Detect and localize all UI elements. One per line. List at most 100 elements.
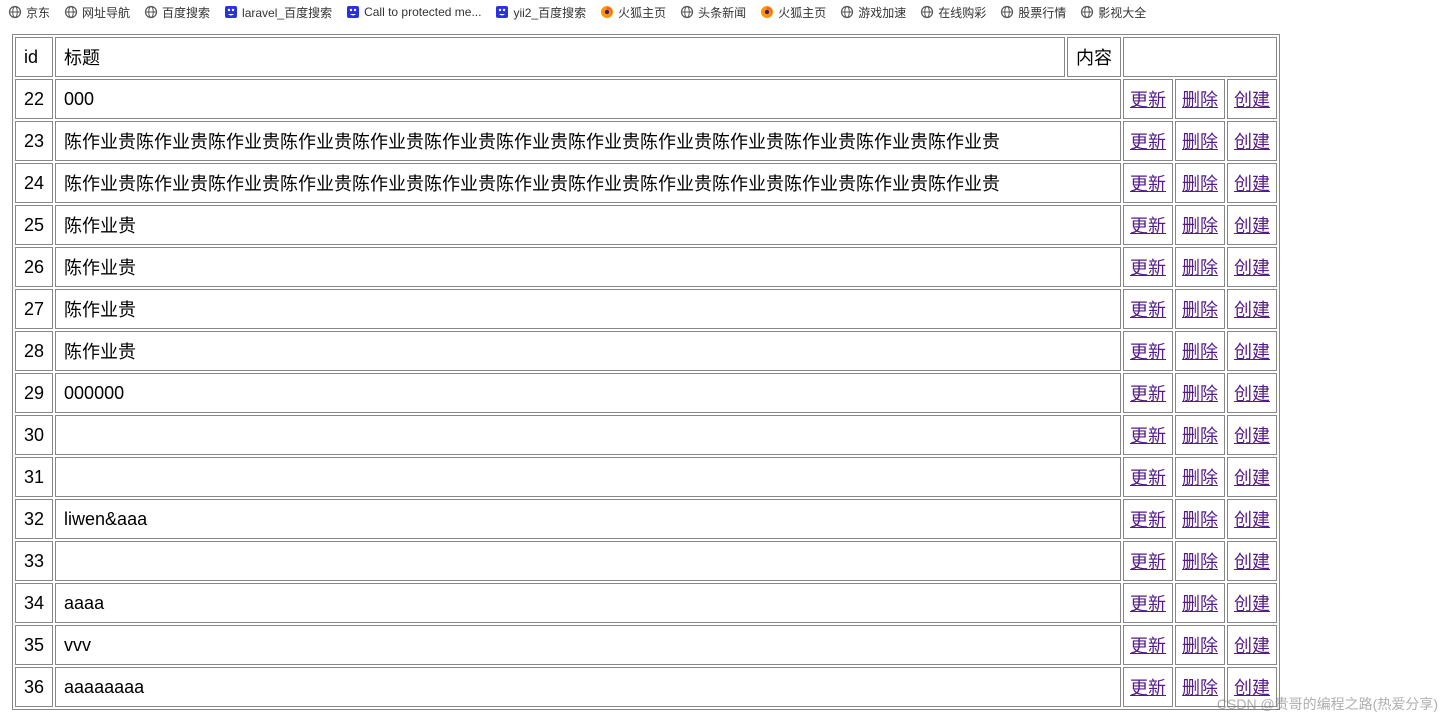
update-link[interactable]: 更新 (1130, 510, 1166, 530)
cell-action-update: 更新 (1123, 667, 1173, 707)
bookmark-item[interactable]: 在线购彩 (920, 4, 986, 21)
create-link[interactable]: 创建 (1234, 552, 1270, 572)
delete-link[interactable]: 删除 (1182, 90, 1218, 110)
delete-link[interactable]: 删除 (1182, 426, 1218, 446)
cell-title: vvv (55, 625, 1121, 665)
cell-action-delete: 删除 (1175, 247, 1225, 287)
bookmark-item[interactable]: 影视大全 (1080, 4, 1146, 21)
delete-link[interactable]: 删除 (1182, 636, 1218, 656)
update-link[interactable]: 更新 (1130, 678, 1166, 698)
delete-link[interactable]: 删除 (1182, 468, 1218, 488)
create-link[interactable]: 创建 (1234, 132, 1270, 152)
delete-link[interactable]: 删除 (1182, 258, 1218, 278)
bookmark-item[interactable]: 股票行情 (1000, 4, 1066, 21)
bookmark-item[interactable]: yii2_百度搜索 (495, 4, 586, 21)
cell-action-create: 创建 (1227, 541, 1277, 581)
table-row: 32liwen&aaa更新删除创建 (15, 499, 1277, 539)
delete-link[interactable]: 删除 (1182, 174, 1218, 194)
table-row: 34aaaa更新删除创建 (15, 583, 1277, 623)
cell-action-create: 创建 (1227, 457, 1277, 497)
globe-icon (840, 5, 854, 19)
bookmark-item[interactable]: 头条新闻 (680, 4, 746, 21)
update-link[interactable]: 更新 (1130, 90, 1166, 110)
cell-action-delete: 删除 (1175, 289, 1225, 329)
delete-link[interactable]: 删除 (1182, 678, 1218, 698)
delete-link[interactable]: 删除 (1182, 216, 1218, 236)
bookmark-item[interactable]: 百度搜索 (144, 4, 210, 21)
cell-title: 陈作业贵陈作业贵陈作业贵陈作业贵陈作业贵陈作业贵陈作业贵陈作业贵陈作业贵陈作业贵… (55, 163, 1121, 203)
cell-title: 陈作业贵 (55, 331, 1121, 371)
cell-id: 24 (15, 163, 53, 203)
create-link[interactable]: 创建 (1234, 300, 1270, 320)
baidu-icon (224, 5, 238, 19)
cell-action-delete: 删除 (1175, 373, 1225, 413)
cell-action-delete: 删除 (1175, 331, 1225, 371)
delete-link[interactable]: 删除 (1182, 510, 1218, 530)
cell-id: 33 (15, 541, 53, 581)
delete-link[interactable]: 删除 (1182, 300, 1218, 320)
cell-title (55, 541, 1121, 581)
create-link[interactable]: 创建 (1234, 510, 1270, 530)
create-link[interactable]: 创建 (1234, 342, 1270, 362)
cell-action-update: 更新 (1123, 415, 1173, 455)
bookmark-item[interactable]: 网址导航 (64, 4, 130, 21)
create-link[interactable]: 创建 (1234, 90, 1270, 110)
update-link[interactable]: 更新 (1130, 594, 1166, 614)
create-link[interactable]: 创建 (1234, 216, 1270, 236)
bookmark-item[interactable]: laravel_百度搜索 (224, 4, 332, 21)
bookmark-label: 网址导航 (82, 4, 130, 21)
delete-link[interactable]: 删除 (1182, 132, 1218, 152)
update-link[interactable]: 更新 (1130, 636, 1166, 656)
update-link[interactable]: 更新 (1130, 216, 1166, 236)
bookmark-item[interactable]: Call to protected me... (346, 5, 481, 19)
bookmark-item[interactable]: 京东 (8, 4, 50, 21)
cell-action-update: 更新 (1123, 499, 1173, 539)
cell-action-update: 更新 (1123, 121, 1173, 161)
bookmark-item[interactable]: 火狐主页 (760, 4, 826, 21)
bookmark-item[interactable]: 火狐主页 (600, 4, 666, 21)
globe-icon (1000, 5, 1014, 19)
cell-action-update: 更新 (1123, 163, 1173, 203)
bookmark-label: laravel_百度搜索 (242, 4, 332, 21)
delete-link[interactable]: 删除 (1182, 342, 1218, 362)
create-link[interactable]: 创建 (1234, 384, 1270, 404)
update-link[interactable]: 更新 (1130, 552, 1166, 572)
create-link[interactable]: 创建 (1234, 426, 1270, 446)
create-link[interactable]: 创建 (1234, 174, 1270, 194)
create-link[interactable]: 创建 (1234, 258, 1270, 278)
create-link[interactable]: 创建 (1234, 594, 1270, 614)
cell-action-update: 更新 (1123, 583, 1173, 623)
cell-action-create: 创建 (1227, 583, 1277, 623)
cell-title: 陈作业贵 (55, 289, 1121, 329)
cell-id: 26 (15, 247, 53, 287)
delete-link[interactable]: 删除 (1182, 384, 1218, 404)
update-link[interactable]: 更新 (1130, 258, 1166, 278)
update-link[interactable]: 更新 (1130, 342, 1166, 362)
cell-id: 31 (15, 457, 53, 497)
table-row: 25陈作业贵更新删除创建 (15, 205, 1277, 245)
update-link[interactable]: 更新 (1130, 426, 1166, 446)
bookmark-label: Call to protected me... (364, 5, 481, 19)
bookmark-item[interactable]: 游戏加速 (840, 4, 906, 21)
delete-link[interactable]: 删除 (1182, 552, 1218, 572)
update-link[interactable]: 更新 (1130, 132, 1166, 152)
cell-action-delete: 删除 (1175, 121, 1225, 161)
table-row: 33 更新删除创建 (15, 541, 1277, 581)
table-row: 30更新删除创建 (15, 415, 1277, 455)
globe-icon (144, 5, 158, 19)
update-link[interactable]: 更新 (1130, 174, 1166, 194)
cell-action-create: 创建 (1227, 415, 1277, 455)
watermark-text: CSDN @贵哥的编程之路(热爱分享) (1217, 694, 1438, 714)
cell-action-delete: 删除 (1175, 415, 1225, 455)
create-link[interactable]: 创建 (1234, 636, 1270, 656)
cell-action-create: 创建 (1227, 289, 1277, 329)
cell-action-update: 更新 (1123, 247, 1173, 287)
update-link[interactable]: 更新 (1130, 384, 1166, 404)
update-link[interactable]: 更新 (1130, 300, 1166, 320)
cell-id: 27 (15, 289, 53, 329)
delete-link[interactable]: 删除 (1182, 594, 1218, 614)
create-link[interactable]: 创建 (1234, 468, 1270, 488)
cell-title: liwen&aaa (55, 499, 1121, 539)
table-row: 36aaaaaaaa更新删除创建 (15, 667, 1277, 707)
update-link[interactable]: 更新 (1130, 468, 1166, 488)
